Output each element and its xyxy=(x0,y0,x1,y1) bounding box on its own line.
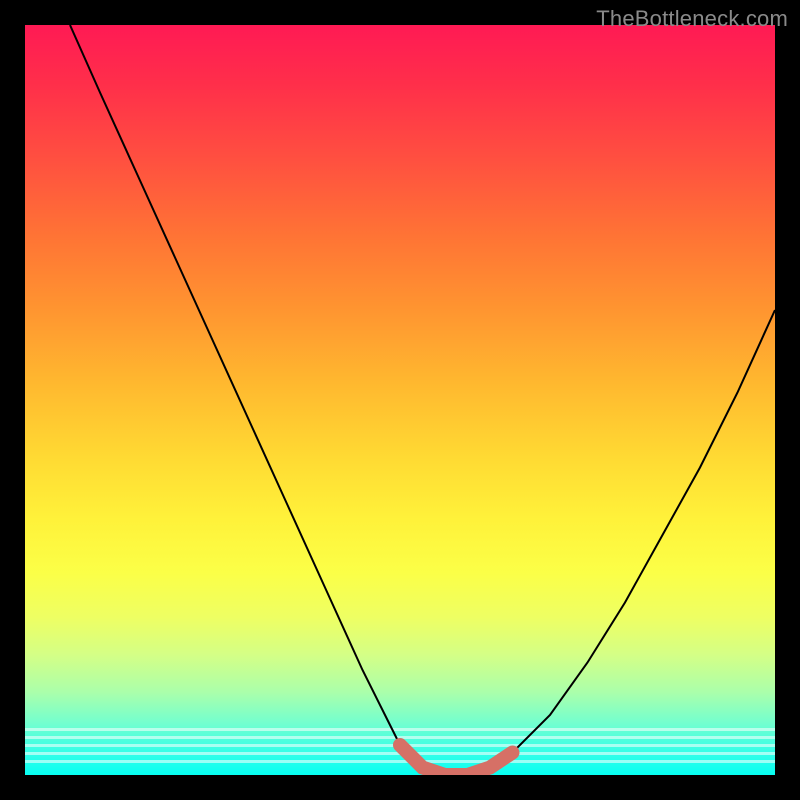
curve-svg xyxy=(25,25,775,775)
highlight-minimum xyxy=(400,745,513,775)
chart-frame: TheBottleneck.com xyxy=(0,0,800,800)
plot-area xyxy=(25,25,775,775)
curve-main xyxy=(70,25,775,775)
attribution-text: TheBottleneck.com xyxy=(596,6,788,32)
